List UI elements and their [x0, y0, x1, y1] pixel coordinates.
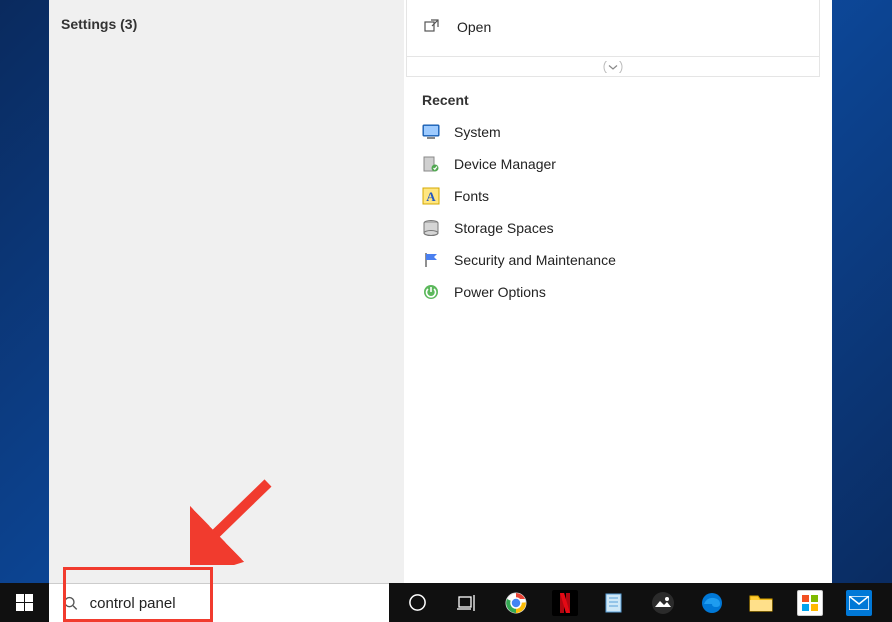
- taskbar-search[interactable]: [49, 583, 389, 622]
- recent-item-security[interactable]: Security and Maintenance: [420, 244, 816, 276]
- search-input[interactable]: [90, 595, 375, 612]
- system-icon: [422, 123, 440, 141]
- recent-item-label: Storage Spaces: [454, 220, 554, 236]
- circle-icon: [408, 593, 427, 612]
- recent-item-fonts[interactable]: A Fonts: [420, 180, 816, 212]
- search-results-panel: Settings (3) Open: [49, 0, 832, 583]
- mail-icon: [846, 590, 872, 616]
- results-left-pane: Settings (3): [49, 0, 404, 583]
- windows-icon: [16, 594, 33, 611]
- folder-icon: [748, 590, 774, 616]
- flag-icon: [422, 251, 440, 269]
- recent-item-label: Device Manager: [454, 156, 556, 172]
- app-mail[interactable]: [834, 583, 883, 622]
- task-view-button[interactable]: [442, 583, 491, 622]
- recent-item-label: System: [454, 124, 501, 140]
- results-right-pane: Open Recent System Device: [404, 0, 832, 583]
- edge-icon: [699, 590, 725, 616]
- device-manager-icon: [422, 155, 440, 173]
- store-icon: [797, 590, 823, 616]
- recent-item-label: Security and Maintenance: [454, 252, 616, 268]
- search-icon: [63, 595, 78, 611]
- app-file-explorer[interactable]: [736, 583, 785, 622]
- settings-group-heading[interactable]: Settings (3): [61, 16, 392, 32]
- recent-item-storage-spaces[interactable]: Storage Spaces: [420, 212, 816, 244]
- app-photos[interactable]: [638, 583, 687, 622]
- app-edge[interactable]: [687, 583, 736, 622]
- preview-card: Open: [406, 0, 820, 77]
- recent-item-label: Power Options: [454, 284, 546, 300]
- recent-section: Recent System Device Manager A Fonts: [404, 76, 832, 324]
- recent-heading: Recent: [422, 92, 816, 108]
- app-notepad[interactable]: [589, 583, 638, 622]
- task-view-icon: [457, 595, 477, 611]
- recent-item-label: Fonts: [454, 188, 489, 204]
- recent-item-system[interactable]: System: [420, 116, 816, 148]
- fonts-icon: A: [422, 187, 440, 205]
- open-icon: [423, 18, 441, 36]
- notepad-icon: [601, 590, 627, 616]
- app-store[interactable]: [785, 583, 834, 622]
- recent-item-device-manager[interactable]: Device Manager: [420, 148, 816, 180]
- power-icon: [422, 283, 440, 301]
- chrome-icon: [503, 590, 529, 616]
- app-netflix[interactable]: [540, 583, 589, 622]
- open-label: Open: [457, 19, 491, 35]
- recent-item-power-options[interactable]: Power Options: [420, 276, 816, 308]
- taskbar-icons: [393, 583, 883, 622]
- cortana-button[interactable]: [393, 583, 442, 622]
- chevron-down-icon: [603, 61, 623, 73]
- app-chrome[interactable]: [491, 583, 540, 622]
- svg-text:A: A: [426, 189, 436, 204]
- start-button[interactable]: [0, 583, 49, 622]
- netflix-icon: [552, 590, 578, 616]
- expand-button[interactable]: [407, 56, 819, 76]
- photos-icon: [650, 590, 676, 616]
- storage-icon: [422, 219, 440, 237]
- taskbar: [0, 583, 892, 622]
- open-action[interactable]: Open: [407, 0, 819, 56]
